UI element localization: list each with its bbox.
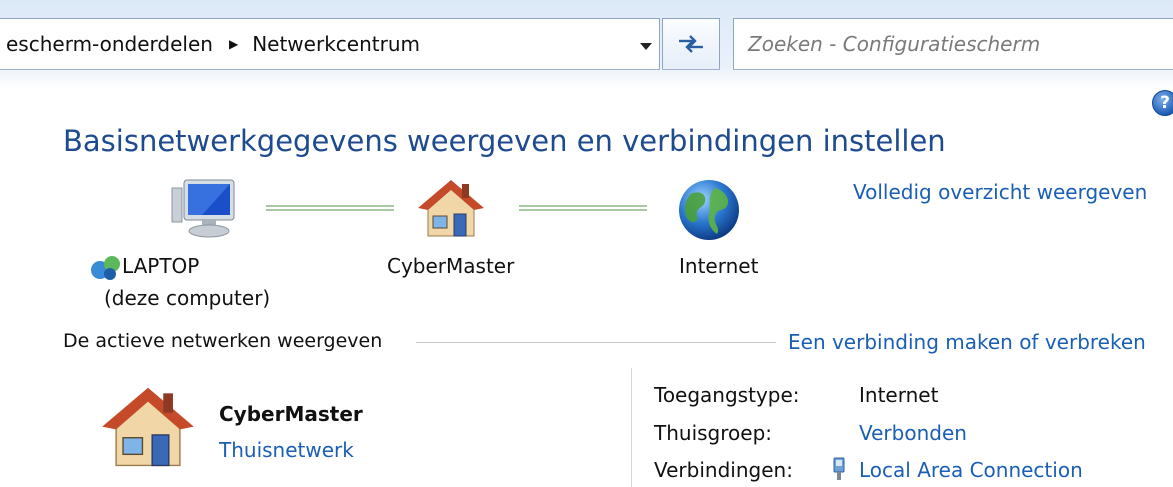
homegroup-label: Thuisgroep:	[654, 421, 772, 445]
homegroup-link[interactable]: Verbonden	[859, 421, 967, 445]
network-icon	[91, 256, 120, 280]
computer-subtitle: (deze computer)	[104, 286, 271, 310]
refresh-button[interactable]	[662, 18, 720, 70]
network-location-link[interactable]: Thuisnetwerk	[219, 438, 354, 462]
section-divider	[416, 342, 776, 343]
house-icon[interactable]	[418, 178, 484, 240]
computer-name[interactable]: LAPTOP	[122, 254, 199, 278]
breadcrumb-item-current[interactable]: Netwerkcentrum	[252, 32, 420, 56]
breadcrumb-item[interactable]: escherm-onderdelen	[6, 32, 213, 56]
breadcrumb-separator-icon[interactable]: ▶	[229, 37, 238, 51]
ethernet-icon	[833, 457, 845, 480]
breadcrumb: escherm-onderdelen ▶ Netwerkcentrum	[6, 32, 420, 56]
house-icon	[102, 387, 194, 467]
network-name[interactable]: CyberMaster	[387, 254, 514, 278]
help-button[interactable]: ?	[1152, 90, 1173, 116]
search-placeholder: Zoeken - Configuratiescherm	[748, 32, 1041, 56]
address-bar[interactable]: escherm-onderdelen ▶ Netwerkcentrum	[0, 18, 660, 70]
connector-line	[266, 205, 394, 211]
connector-line	[519, 205, 647, 211]
active-network-name: CyberMaster	[219, 402, 363, 426]
search-box[interactable]: Zoeken - Configuratiescherm	[733, 18, 1173, 70]
full-map-link[interactable]: Volledig overzicht weergeven	[853, 180, 1147, 204]
connection-link[interactable]: Local Area Connection	[859, 458, 1083, 482]
globe-icon[interactable]	[677, 178, 741, 242]
computer-icon[interactable]	[168, 178, 240, 240]
connections-label: Verbindingen:	[654, 458, 793, 482]
navigation-bar: escherm-onderdelen ▶ Netwerkcentrum Zoeken…	[0, 0, 1173, 90]
refresh-icon	[679, 35, 703, 53]
connect-disconnect-link[interactable]: Een verbinding maken of verbreken	[788, 330, 1146, 354]
help-icon: ?	[1160, 93, 1170, 113]
internet-label[interactable]: Internet	[679, 254, 758, 278]
vertical-divider	[631, 368, 632, 487]
page-title: Basisnetwerkgegevens weergeven en verbin…	[63, 124, 946, 158]
access-type-label: Toegangstype:	[654, 383, 800, 407]
active-networks-heading: De actieve netwerken weergeven	[63, 330, 383, 352]
access-type-value: Internet	[859, 383, 939, 407]
address-dropdown-button[interactable]	[634, 36, 658, 58]
